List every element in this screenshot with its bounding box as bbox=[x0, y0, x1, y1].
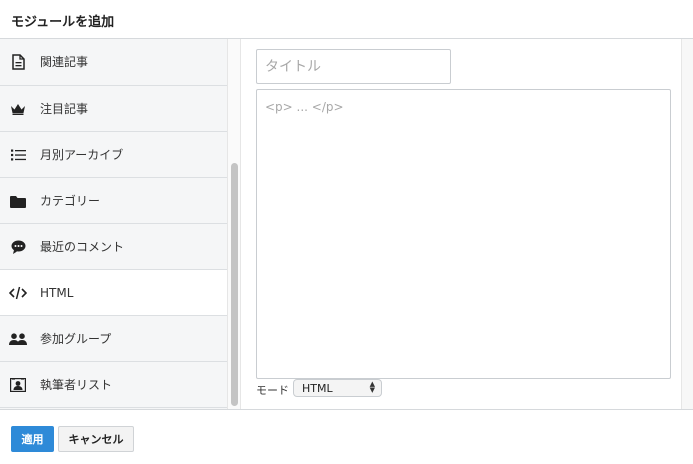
comment-icon bbox=[9, 238, 27, 256]
sidebar-item-monthly-archive[interactable]: 月別アーカイブ bbox=[0, 132, 227, 178]
cancel-button[interactable]: キャンセル bbox=[58, 426, 134, 452]
sidebar-item-category[interactable]: カテゴリー bbox=[0, 178, 227, 224]
mode-label: モード bbox=[256, 384, 289, 397]
dialog-title: モジュールを追加 bbox=[11, 15, 115, 30]
module-sidebar: 関連記事 注目記事 月別アーカイブ カテゴリー 最近のコメント HTML 参加グ… bbox=[0, 39, 227, 409]
sidebar-item-label: HTML bbox=[40, 286, 74, 300]
sidebar-item-related-articles[interactable]: 関連記事 bbox=[0, 39, 227, 86]
document-icon bbox=[9, 53, 27, 71]
sidebar-scrollbar[interactable] bbox=[227, 39, 241, 409]
mode-select-value: HTML bbox=[302, 382, 333, 395]
sidebar-item-label: 月別アーカイブ bbox=[40, 148, 124, 162]
scrollbar-thumb[interactable] bbox=[231, 163, 238, 406]
editor-scrollbar-track[interactable] bbox=[681, 39, 693, 409]
sidebar-item-recent-comments[interactable]: 最近のコメント bbox=[0, 224, 227, 270]
sidebar-item-author-list[interactable]: 執筆者リスト bbox=[0, 362, 227, 408]
mode-select[interactable]: HTML ▲ ▼ bbox=[293, 379, 382, 397]
author-icon bbox=[9, 376, 27, 394]
apply-button[interactable]: 適用 bbox=[11, 426, 54, 452]
sidebar-item-label: 注目記事 bbox=[40, 102, 89, 116]
module-editor: モード HTML ▲▼ bbox=[241, 39, 681, 409]
code-icon bbox=[9, 284, 27, 302]
crown-icon bbox=[9, 100, 27, 118]
group-icon bbox=[9, 330, 27, 348]
dialog-header: モジュールを追加 bbox=[0, 0, 693, 39]
dialog-footer: 適用 キャンセル bbox=[0, 409, 693, 464]
sidebar-item-label: 最近のコメント bbox=[40, 240, 125, 254]
list-icon bbox=[9, 146, 27, 164]
sidebar-item-label: 参加グループ bbox=[40, 332, 112, 346]
sidebar-item-groups[interactable]: 参加グループ bbox=[0, 316, 227, 362]
sidebar-item-label: 執筆者リスト bbox=[40, 378, 113, 392]
select-arrows-icon: ▲ ▼ bbox=[369, 380, 375, 394]
sidebar-item-label: 関連記事 bbox=[40, 55, 89, 69]
sidebar-item-html[interactable]: HTML bbox=[0, 270, 227, 316]
title-input[interactable] bbox=[256, 49, 451, 84]
html-content-textarea[interactable] bbox=[256, 89, 671, 379]
folder-icon bbox=[9, 192, 27, 210]
sidebar-item-label: カテゴリー bbox=[40, 194, 101, 208]
sidebar-item-featured-articles[interactable]: 注目記事 bbox=[0, 86, 227, 132]
